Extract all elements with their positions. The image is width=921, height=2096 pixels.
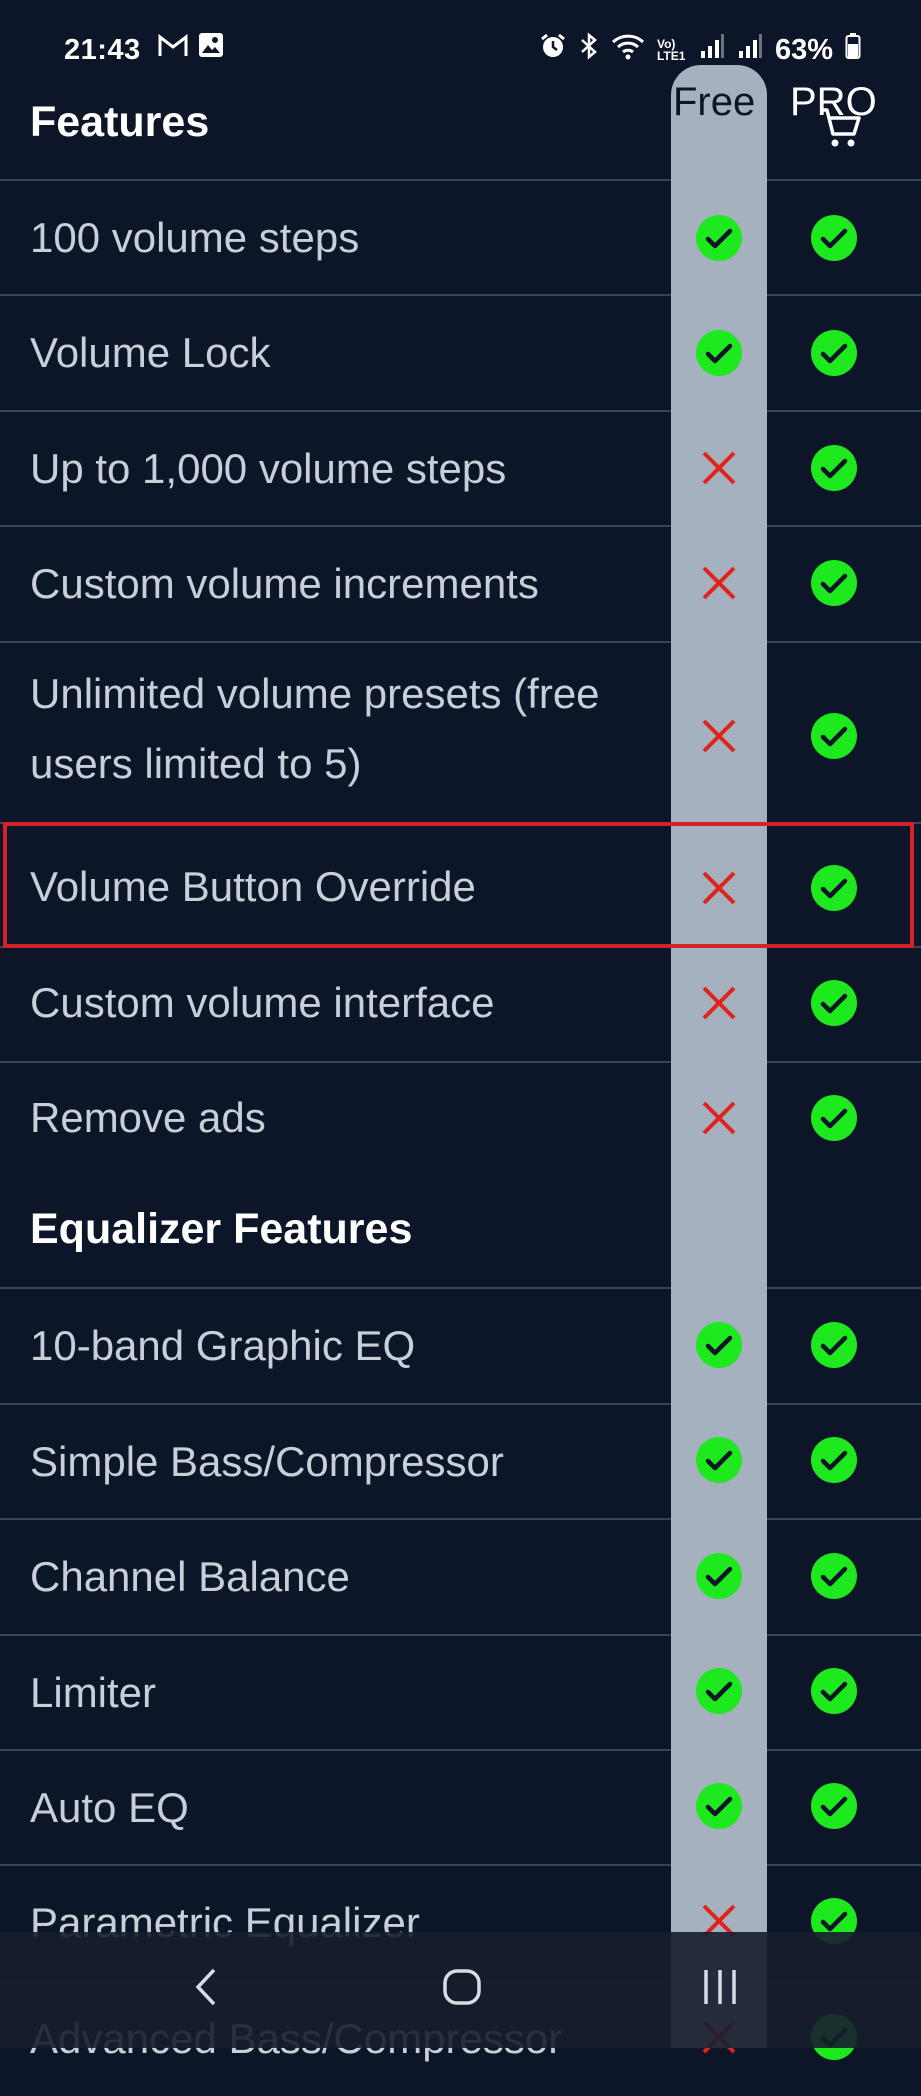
cart-icon[interactable] xyxy=(818,106,862,155)
check-icon xyxy=(810,329,858,382)
check-icon xyxy=(695,329,743,382)
check-icon xyxy=(695,1782,743,1835)
cross-icon xyxy=(699,563,739,608)
feature-label: Limiter xyxy=(30,1669,157,1716)
feature-label: Custom volume increments xyxy=(30,560,539,607)
cross-icon xyxy=(699,983,739,1028)
feature-row: Limiter xyxy=(0,1634,921,1750)
feature-label: Remove ads xyxy=(30,1094,266,1141)
feature-label: Custom volume interface xyxy=(30,979,495,1026)
check-icon xyxy=(695,1321,743,1374)
battery-percent: 63% xyxy=(774,33,833,66)
check-icon xyxy=(810,1321,858,1374)
status-bar: 21:43 Vo) LTE1 63% xyxy=(0,0,921,100)
check-icon xyxy=(810,1667,858,1720)
feature-label: Simple Bass/Compressor xyxy=(30,1438,504,1485)
volte-icon: Vo) LTE1 xyxy=(656,37,686,63)
signal-icon xyxy=(699,33,725,67)
check-icon xyxy=(810,979,858,1032)
feature-row: Unlimited volume presets (free users lim… xyxy=(0,641,921,823)
cross-icon xyxy=(699,1098,739,1143)
check-icon xyxy=(810,214,858,267)
check-icon xyxy=(810,1782,858,1835)
check-icon xyxy=(810,559,858,612)
highlight-box xyxy=(3,822,914,948)
check-icon xyxy=(810,712,858,765)
section-title-features: Features xyxy=(30,98,210,146)
check-icon xyxy=(695,1436,743,1489)
check-icon xyxy=(695,1667,743,1720)
alarm-icon xyxy=(539,32,567,68)
back-icon[interactable] xyxy=(186,1962,226,2017)
wifi-icon xyxy=(611,32,645,68)
gmail-icon xyxy=(158,33,188,66)
cross-icon xyxy=(699,448,739,493)
recents-icon[interactable] xyxy=(698,1962,742,2017)
check-icon xyxy=(695,214,743,267)
feature-row: 100 volume steps xyxy=(0,179,921,295)
feature-label: Channel Balance xyxy=(30,1553,350,1600)
battery-icon xyxy=(845,32,861,68)
feature-row: Custom volume increments xyxy=(0,525,921,641)
feature-label: 10-band Graphic EQ xyxy=(30,1322,416,1369)
feature-row: Custom volume interface xyxy=(0,946,921,1062)
feature-label: Auto EQ xyxy=(30,1784,189,1831)
feature-label: Unlimited volume presets (free users lim… xyxy=(30,670,600,787)
check-icon xyxy=(810,1552,858,1605)
feature-row: Simple Bass/Compressor xyxy=(0,1403,921,1519)
navigation-bar xyxy=(0,1932,921,2048)
feature-row: Auto EQ xyxy=(0,1749,921,1865)
feature-label: 100 volume steps xyxy=(30,214,360,261)
check-icon xyxy=(810,1436,858,1489)
feature-label: Up to 1,000 volume steps xyxy=(30,445,507,492)
free-column-header: Free xyxy=(673,80,756,124)
check-icon xyxy=(810,1094,858,1147)
feature-row: Up to 1,000 volume steps xyxy=(0,410,921,526)
check-icon xyxy=(810,444,858,497)
feature-row: Volume Lock xyxy=(0,294,921,410)
signal-icon xyxy=(737,33,763,67)
feature-label: Volume Lock xyxy=(30,329,271,376)
home-icon[interactable] xyxy=(440,1962,484,2017)
cross-icon xyxy=(699,716,739,761)
bluetooth-icon xyxy=(579,32,599,68)
feature-row: 10-band Graphic EQ xyxy=(0,1287,921,1403)
section-title-equalizer: Equalizer Features xyxy=(30,1205,413,1253)
feature-row: Remove ads xyxy=(0,1061,921,1177)
gallery-icon xyxy=(198,32,224,66)
status-time: 21:43 xyxy=(64,34,141,66)
check-icon xyxy=(695,1552,743,1605)
feature-row: Channel Balance xyxy=(0,1518,921,1634)
